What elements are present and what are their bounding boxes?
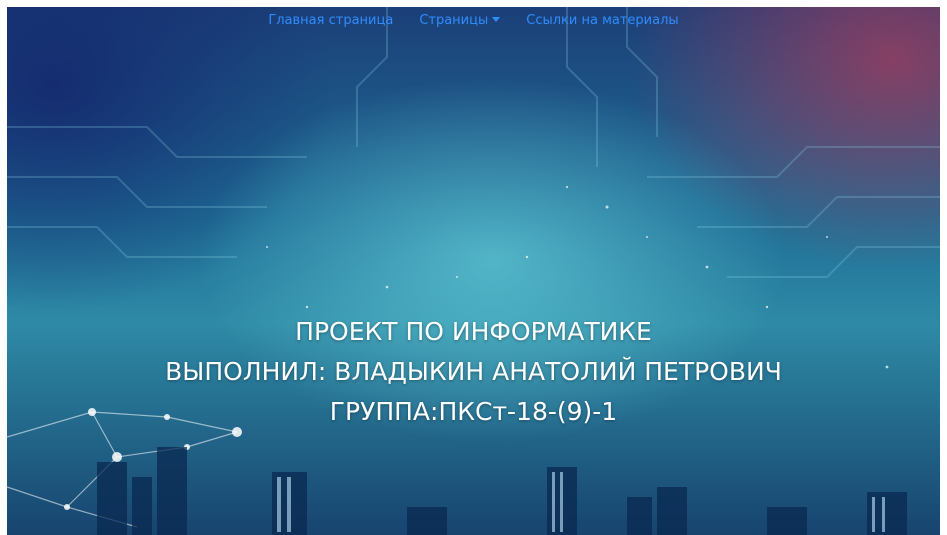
nav-link-materials[interactable]: Ссылки на материалы	[526, 13, 678, 28]
hero-text-block: ПРОЕКТ ПО ИНФОРМАТИКЕ ВЫПОЛНИЛ: ВЛАДЫКИН…	[7, 312, 940, 432]
hero-background-art	[7, 7, 940, 535]
hero-banner: Главная страница Страницы Ссылки на мате…	[7, 7, 940, 535]
nav-link-home[interactable]: Главная страница	[268, 13, 393, 28]
group-line: ГРУППА:ПКСт-18-(9)-1	[329, 397, 618, 426]
project-title: ПРОЕКТ ПО ИНФОРМАТИКЕ	[295, 317, 652, 346]
top-navigation: Главная страница Страницы Ссылки на мате…	[7, 13, 940, 28]
nav-dropdown-pages[interactable]: Страницы	[419, 13, 501, 28]
caret-down-icon	[492, 17, 501, 22]
author-line: ВЫПОЛНИЛ: ВЛАДЫКИН АНАТОЛИЙ ПЕТРОВИЧ	[165, 357, 782, 386]
nav-dropdown-pages-label: Страницы	[419, 13, 489, 28]
